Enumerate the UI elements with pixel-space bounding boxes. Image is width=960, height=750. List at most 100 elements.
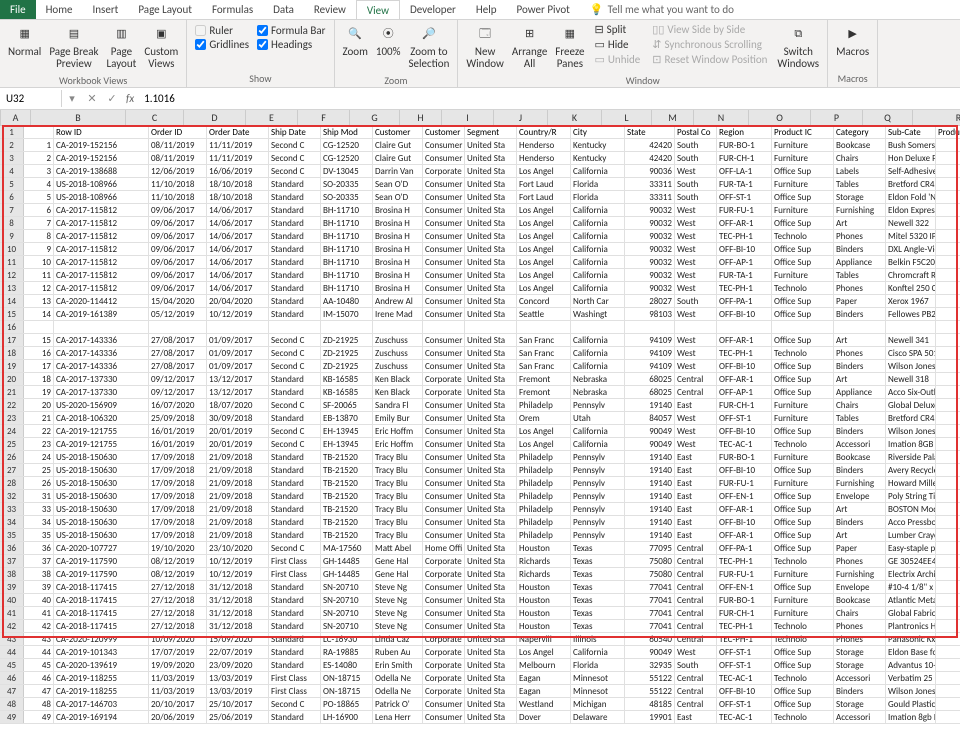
cell[interactable]: 26 (24, 477, 54, 489)
cell[interactable]: Atlantic Metals Mobile 3-Shelf Bookcases… (886, 594, 936, 606)
cell[interactable]: Houston (517, 620, 571, 632)
cell[interactable]: Office Sup (772, 490, 834, 502)
cell[interactable]: 19901 (625, 711, 675, 723)
cell[interactable]: 01/09/2017 (207, 334, 269, 346)
row-header[interactable]: 2 (0, 139, 24, 151)
cell[interactable]: United Sta (465, 555, 517, 567)
cell[interactable]: 77041 (625, 607, 675, 619)
cell[interactable]: 19140 (625, 451, 675, 463)
tab-review[interactable]: Review (304, 0, 356, 19)
cell[interactable]: First Class (269, 555, 321, 567)
cell[interactable]: 34 (24, 516, 54, 528)
cell[interactable]: CA-2019-121755 (54, 438, 149, 450)
cell[interactable]: Hon Deluxe Fabric Upholstered Stacking C… (886, 152, 936, 164)
cell[interactable]: Howard Miller 13-3/4" Diameter Brushed C… (886, 477, 936, 489)
cell[interactable]: 8 (24, 230, 54, 242)
cell[interactable]: Houston (517, 594, 571, 606)
cell[interactable]: 08/12/2019 (149, 568, 207, 580)
cell[interactable]: Orem (517, 412, 571, 424)
cell[interactable]: Labels (834, 165, 886, 177)
formula-bar-checkbox[interactable]: Formula Bar (257, 24, 325, 37)
row-header[interactable]: 46 (0, 672, 24, 684)
cell[interactable]: 44 (24, 646, 54, 658)
cell[interactable]: 31 (24, 490, 54, 502)
cell[interactable]: Eagan (517, 685, 571, 697)
cell[interactable]: 09/06/2017 (149, 256, 207, 268)
cell[interactable]: Second C (269, 542, 321, 554)
cell[interactable]: Eagan (517, 672, 571, 684)
cell[interactable]: Standard (269, 711, 321, 723)
cell[interactable]: GH-14485 (321, 568, 373, 580)
cell[interactable]: South (675, 139, 717, 151)
cell[interactable]: East (675, 516, 717, 528)
cell[interactable]: United Sta (465, 633, 517, 645)
col-header-K[interactable]: K (548, 110, 602, 125)
cell[interactable]: Consumer (423, 438, 465, 450)
cell[interactable]: Steve Ng (373, 607, 423, 619)
cell[interactable]: CA-2019-152156 (54, 139, 149, 151)
cell[interactable]: ON-18715 (321, 672, 373, 684)
cell[interactable]: 90049 (625, 425, 675, 437)
cell[interactable]: 20/10/2017 (149, 698, 207, 710)
cell[interactable]: Consumer (423, 490, 465, 502)
cell[interactable]: Consumer (423, 503, 465, 515)
cell[interactable]: Philadelp (517, 451, 571, 463)
cell[interactable]: Technolo (772, 438, 834, 450)
cell[interactable]: Consumer (423, 711, 465, 723)
row-header[interactable]: 22 (0, 399, 24, 411)
cell[interactable]: CA-2018-106320 (54, 412, 149, 424)
cell[interactable]: 19140 (625, 516, 675, 528)
col-header-B[interactable]: B (31, 110, 126, 125)
cell[interactable]: US-2018-150630 (54, 464, 149, 476)
cell[interactable]: FUR-CH-1 (717, 152, 772, 164)
cell[interactable]: Los Angel (517, 438, 571, 450)
cell[interactable]: Imation 8gb Micro Traveldrive Usb 2.0 Fl… (886, 711, 936, 723)
cell[interactable]: Binders (834, 464, 886, 476)
cell[interactable]: OFF-AR-1 (717, 217, 772, 229)
cell[interactable]: CA-2017-115812 (54, 204, 149, 216)
cell[interactable]: Paper (834, 542, 886, 554)
cell[interactable]: Philadelp (517, 490, 571, 502)
page-break-button[interactable]: ▤Page Break Preview (47, 22, 100, 72)
cell[interactable]: Storage (834, 698, 886, 710)
cell[interactable]: 21/09/2018 (207, 529, 269, 541)
cell[interactable]: Tracy Blu (373, 503, 423, 515)
cell[interactable]: Kentucky (571, 152, 625, 164)
cell[interactable]: 17 (24, 360, 54, 372)
cell[interactable]: OFF-BI-10 (717, 425, 772, 437)
cell[interactable]: BOSTON Model 1800 Electric Pencil Sharpe… (886, 503, 936, 515)
cell[interactable]: Phones (834, 347, 886, 359)
cell[interactable]: West (675, 282, 717, 294)
cell[interactable]: Newell 341 (886, 334, 936, 346)
cell[interactable]: Florida (571, 659, 625, 671)
cell[interactable]: 08/11/2019 (149, 139, 207, 151)
cell[interactable]: West (675, 360, 717, 372)
cell[interactable]: FUR-TA-1 (717, 178, 772, 190)
cell[interactable]: Second C (269, 139, 321, 151)
cell[interactable]: 90032 (625, 204, 675, 216)
cell[interactable]: Richards (517, 568, 571, 580)
cell[interactable]: 12/06/2019 (149, 165, 207, 177)
header-cell[interactable]: Product IC (772, 126, 834, 138)
cell[interactable]: Central (675, 698, 717, 710)
cell[interactable]: 27/08/2017 (149, 360, 207, 372)
cell[interactable]: 27/08/2017 (149, 334, 207, 346)
cell[interactable]: 75080 (625, 555, 675, 567)
cell[interactable]: Melbourn (517, 659, 571, 671)
cell[interactable]: Standard (269, 464, 321, 476)
cell[interactable]: Brosina H (373, 282, 423, 294)
tell-me[interactable]: 💡Tell me what you want to do (580, 0, 744, 19)
cell[interactable]: United Sta (465, 581, 517, 593)
cell[interactable]: 11/11/2019 (207, 152, 269, 164)
row-header[interactable]: 14 (0, 295, 24, 307)
cell[interactable] (571, 321, 625, 333)
cell[interactable]: Los Angel (517, 165, 571, 177)
cell[interactable]: Office Sup (772, 698, 834, 710)
cell[interactable]: Standard (269, 191, 321, 203)
cell[interactable]: Consumer (423, 269, 465, 281)
cell[interactable]: Texas (571, 581, 625, 593)
cell[interactable]: Office Sup (772, 685, 834, 697)
cell[interactable]: Consumer (423, 191, 465, 203)
cell[interactable]: United Sta (465, 438, 517, 450)
cell[interactable]: 75080 (625, 568, 675, 580)
